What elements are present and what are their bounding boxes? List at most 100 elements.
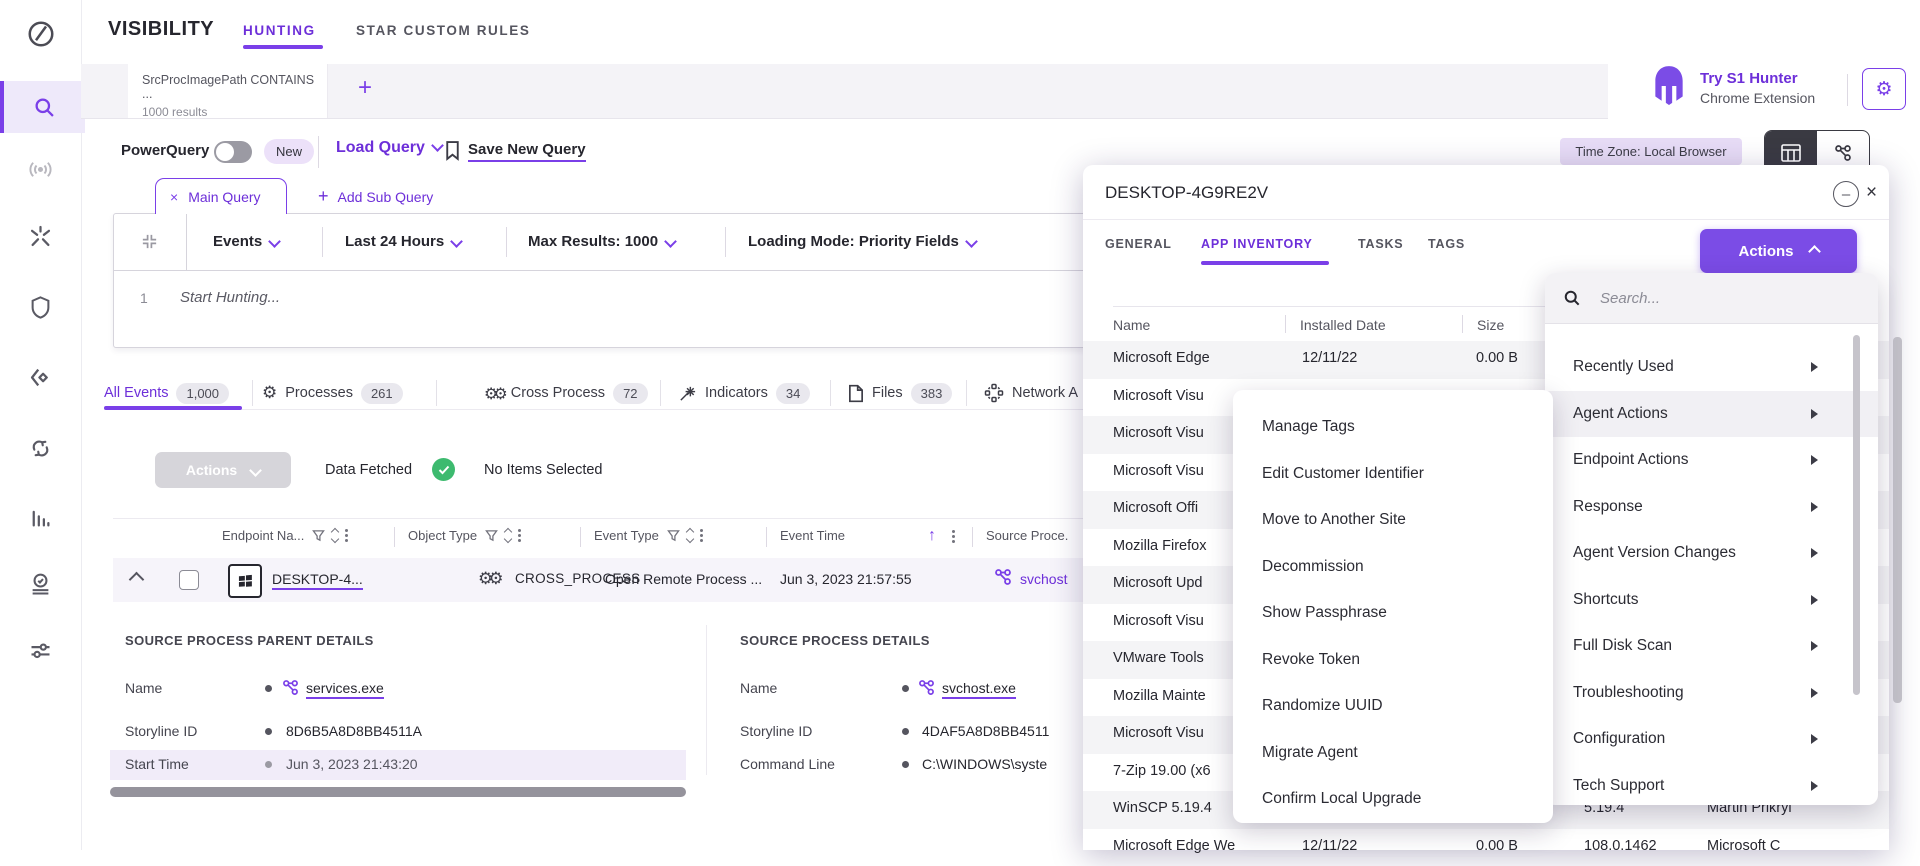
kebab-icon[interactable] [952,530,955,543]
divider [706,625,707,775]
tab-cross-process[interactable]: ⚙⚙ Cross Process72 [484,378,648,408]
detail-label: Name [125,680,162,696]
kebab-icon [345,529,348,542]
menu-item-tech-support[interactable]: Tech Support [1545,763,1878,806]
gear-icon: ⚙ [1875,78,1892,100]
tab-all-events[interactable]: All Events1,000 [104,378,229,408]
horizontal-scrollbar[interactable] [110,787,686,797]
menu-scrollbar[interactable] [1853,335,1860,695]
grid-icon [1781,144,1801,162]
bookmark-icon [444,140,461,166]
inv-header-date[interactable]: Installed Date [1300,317,1386,333]
gears-icon: ⚙⚙ [478,569,499,589]
inv-header-size[interactable]: Size [1477,317,1504,333]
divider [318,136,319,168]
connect-icon[interactable] [0,210,81,262]
menu-item-configuration[interactable]: Configuration [1545,716,1878,763]
inv-header-name[interactable]: Name [1113,317,1150,333]
activity-icon[interactable] [0,558,81,610]
collapse-cell[interactable] [113,213,187,270]
minimize-icon[interactable]: – [1833,181,1859,207]
menu-item-full-disk-scan[interactable]: Full Disk Scan [1545,623,1878,670]
add-sub-query-button[interactable]: + Add Sub Query [318,186,433,207]
tab-app-inventory[interactable]: APP INVENTORY [1201,237,1313,251]
shield-icon[interactable] [0,281,81,333]
divider [1462,315,1463,333]
tab-tasks[interactable]: TASKS [1358,237,1403,251]
menu-item-agent-actions[interactable]: Agent Actions [1545,391,1878,438]
menu-item-troubleshooting[interactable]: Troubleshooting [1545,670,1878,717]
column-header-event-time[interactable]: Event Time [780,528,845,543]
parent-process-link[interactable]: services.exe [306,680,384,699]
chevron-down-icon [431,139,444,152]
submenu-arrow-icon [1811,548,1818,558]
sort-icon [332,529,338,542]
policy-icon[interactable] [0,351,81,403]
reports-icon[interactable] [0,491,81,543]
divider [830,380,831,406]
tab-processes[interactable]: ⚙ Processes261 [262,378,403,408]
menu-item-response[interactable]: Response [1545,484,1878,531]
load-query-button[interactable]: Load Query [336,139,442,157]
table-row[interactable]: Microsoft Edge We12/11/220.00 B108.0.146… [1083,829,1889,866]
broadcast-icon[interactable] [0,143,81,195]
column-header-endpoint[interactable]: Endpoint Na... [222,528,348,543]
close-icon[interactable]: × [1866,182,1877,204]
max-results-dropdown[interactable]: Max Results: 1000 [528,233,675,250]
sliders-icon[interactable] [0,624,81,676]
menu-item-confirm-local-upgrade[interactable]: Confirm Local Upgrade [1233,776,1553,823]
promo-title[interactable]: Try S1 Hunter [1700,70,1798,87]
panel-actions-button[interactable]: Actions [1700,229,1857,273]
column-header-source-process[interactable]: Source Proce. [986,528,1068,543]
tab-general[interactable]: GENERAL [1105,237,1172,251]
menu-item-show-passphrase[interactable]: Show Passphrase [1233,590,1553,637]
tab-indicators[interactable]: Indicators34 [678,378,810,408]
details-left-title: SOURCE PROCESS PARENT DETAILS [125,633,374,648]
search-icon[interactable] [0,81,85,133]
menu-item-endpoint-actions[interactable]: Endpoint Actions [1545,437,1878,484]
close-icon[interactable]: × [170,189,178,205]
menu-item-move-to-another-site[interactable]: Move to Another Site [1233,497,1553,544]
tab-star-custom-rules[interactable]: STAR CUSTOM RULES [356,23,530,38]
query-editor-placeholder[interactable]: Start Hunting... [180,289,280,306]
powerquery-toggle[interactable] [214,141,252,163]
chevron-down-icon [965,235,978,248]
actions-button-disabled[interactable]: Actions [155,452,291,488]
menu-item-revoke-token[interactable]: Revoke Token [1233,637,1553,684]
row-checkbox[interactable] [179,570,199,590]
tab-network-actions[interactable]: Network A [984,378,1078,408]
detail-label: Storyline ID [125,723,197,739]
menu-search-input[interactable] [1598,289,1802,308]
source-process-detail-link[interactable]: svchost.exe [942,680,1016,699]
scope-dropdown[interactable]: Events [213,233,279,250]
menu-item-edit-customer-identifier[interactable]: Edit Customer Identifier [1233,451,1553,498]
save-new-query-button[interactable]: Save New Query [468,141,586,162]
tab-files[interactable]: Files383 [848,378,952,408]
sentinelone-logo-icon[interactable] [0,8,81,60]
menu-item-decommission[interactable]: Decommission [1233,544,1553,591]
bullet-icon [265,728,272,735]
menu-item-randomize-uuid[interactable]: Randomize UUID [1233,683,1553,730]
vertical-scrollbar[interactable] [1893,337,1902,703]
tab-main-query[interactable]: × Main Query [155,178,287,214]
menu-item-shortcuts[interactable]: Shortcuts [1545,577,1878,624]
sort-asc-icon[interactable]: ↑ [928,527,936,545]
time-range-dropdown[interactable]: Last 24 Hours [345,233,461,250]
column-header-event-type[interactable]: Event Type [594,528,703,543]
settings-button[interactable]: ⚙ [1862,68,1906,110]
add-query-tab-button[interactable]: + [358,74,372,102]
endpoint-link[interactable]: DESKTOP-4... [272,571,363,590]
new-badge: New [264,139,314,164]
source-process-link[interactable]: svchost [1020,571,1067,587]
menu-item-agent-version-changes[interactable]: Agent Version Changes [1545,530,1878,577]
tab-hunting[interactable]: HUNTING [243,23,316,38]
menu-item-migrate-agent[interactable]: Migrate Agent [1233,730,1553,777]
tab-tags[interactable]: TAGS [1428,237,1465,251]
menu-item-recently-used[interactable]: Recently Used [1545,344,1878,391]
column-header-object-type[interactable]: Object Type [408,528,521,543]
loading-mode-dropdown[interactable]: Loading Mode: Priority Fields [748,233,976,250]
sync-icon[interactable] [0,422,81,474]
menu-item-manage-tags[interactable]: Manage Tags [1233,404,1553,451]
count-badge: 261 [361,383,403,404]
query-tab[interactable]: SrcProcImagePath CONTAINS ... 1000 resul… [128,64,328,118]
